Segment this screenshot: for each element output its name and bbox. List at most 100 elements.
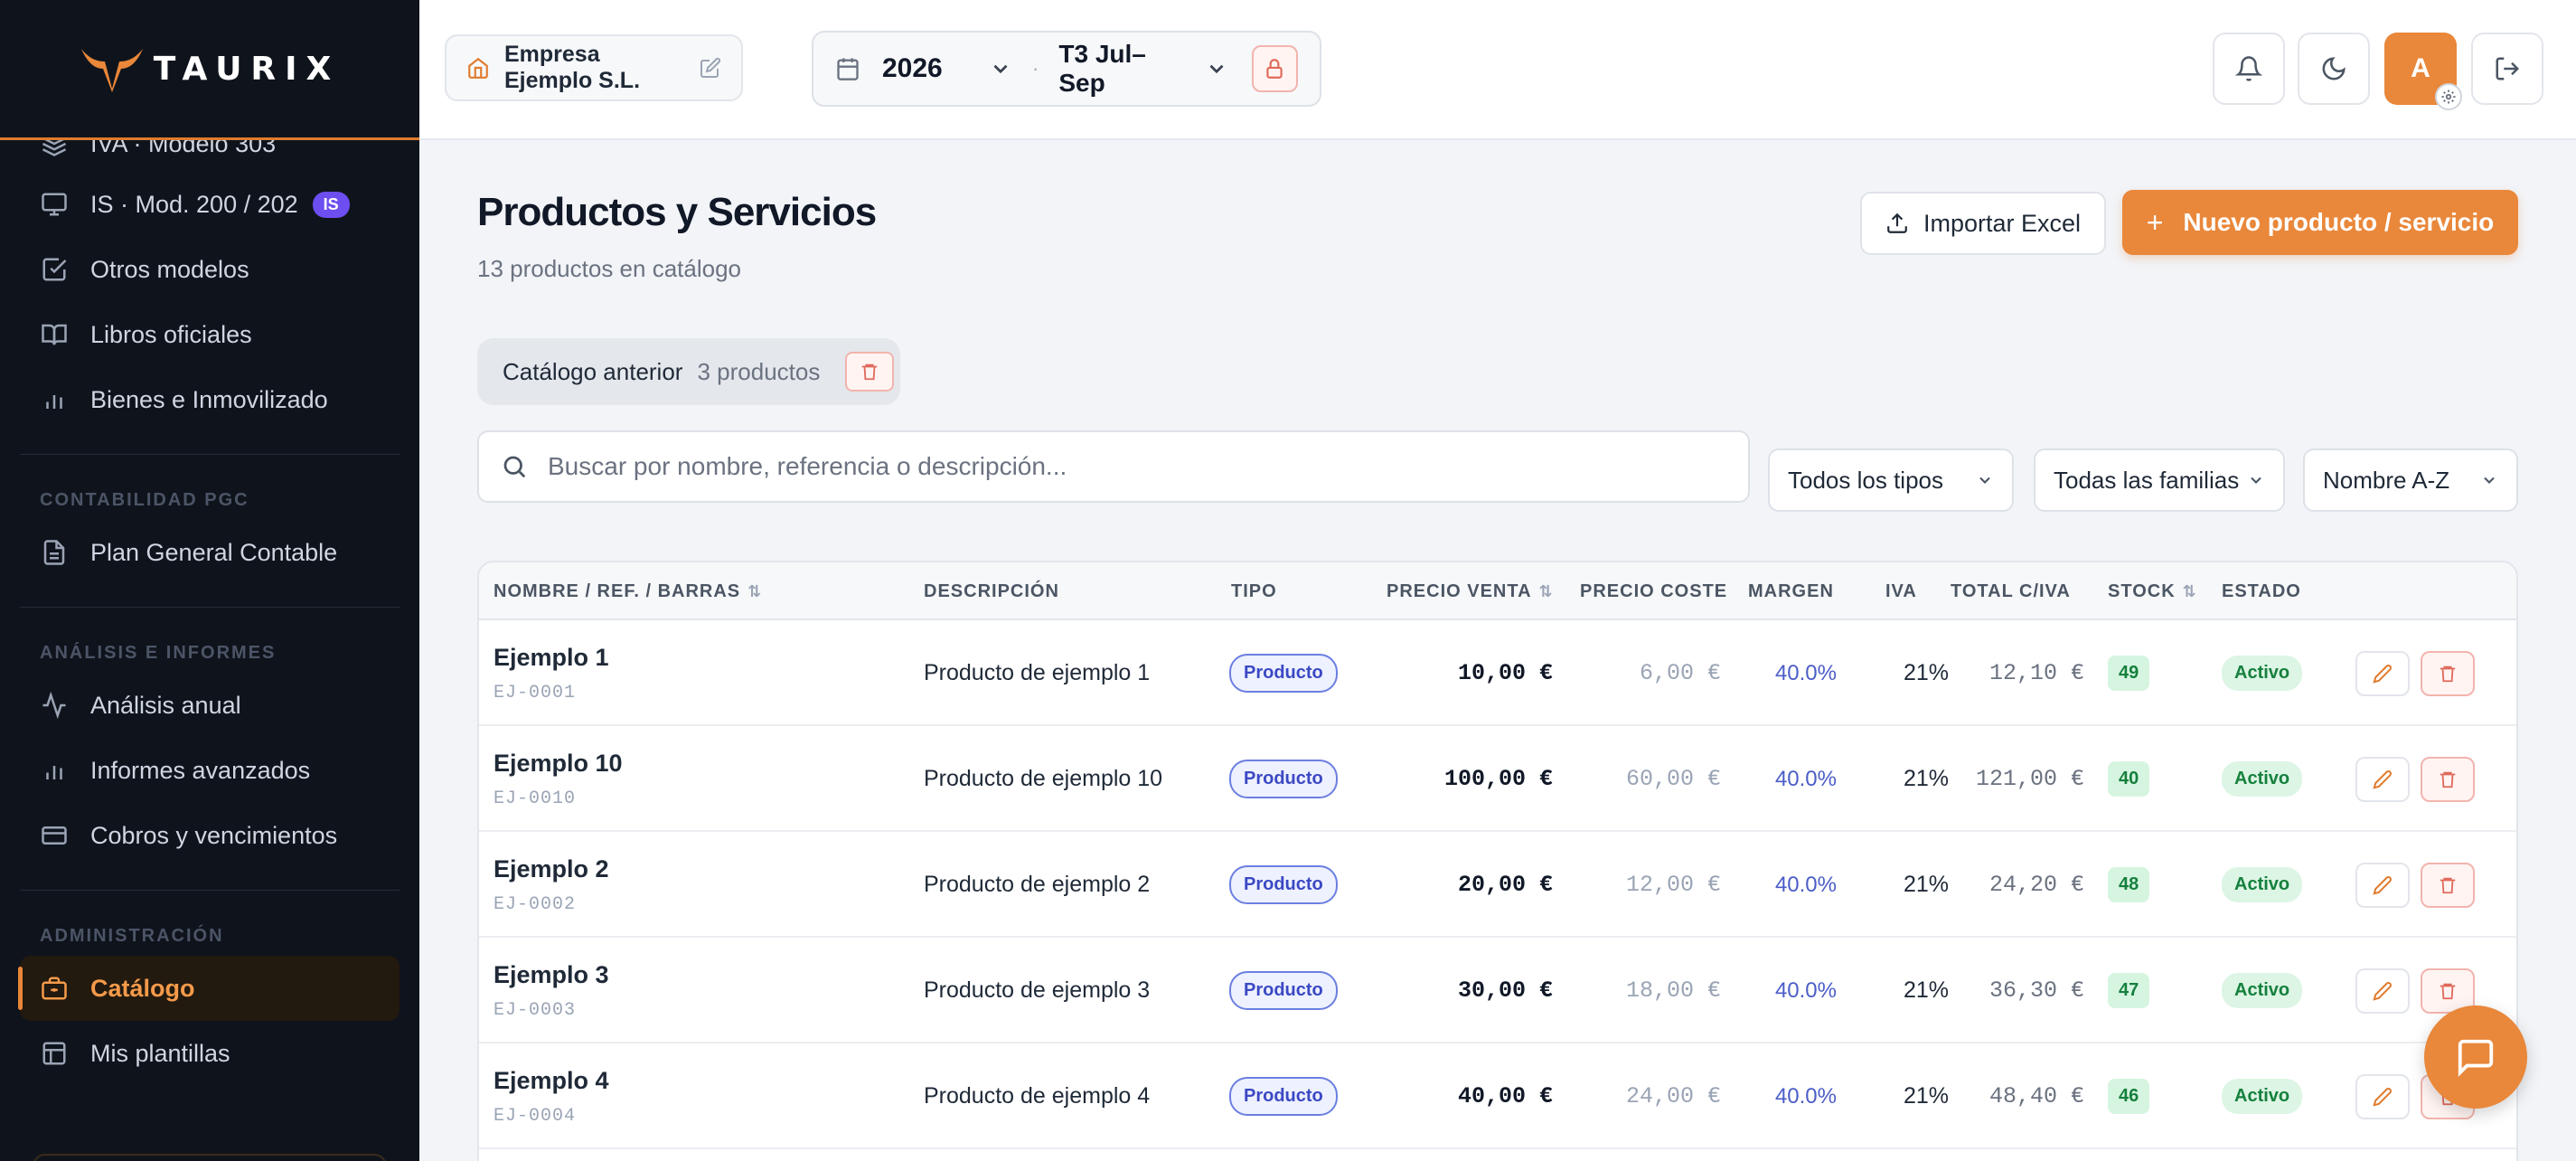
sidebar-nav: IVA · Modelo 303 IS · Mod. 200 / 202 IS … [0, 116, 419, 1086]
year-select[interactable]: 2026 [882, 53, 989, 84]
pencil-icon [2373, 769, 2393, 789]
actions-cell [2355, 832, 2475, 938]
layout-icon [40, 1039, 69, 1068]
bar-chart-icon [40, 385, 69, 414]
sidebar-item-cobros[interactable]: Cobros y vencimientos [0, 803, 419, 868]
actions-cell [2355, 620, 2475, 726]
sort-icon: ⇅ [2182, 581, 2197, 600]
total-with-iva: 36,30 € [1988, 977, 2084, 1004]
type-badge: Producto [1229, 1077, 1338, 1116]
sidebar-item-analisis-anual[interactable]: Análisis anual [0, 673, 419, 738]
product-type-cell: Producto [1229, 1043, 1338, 1149]
col-margin-label: MARGEN [1748, 580, 1834, 601]
chat-button[interactable] [2424, 1005, 2527, 1109]
avatar[interactable]: A [2384, 33, 2462, 110]
import-excel-button[interactable]: Importar Excel [1860, 192, 2106, 255]
new-product-button[interactable]: + Nuevo producto / servicio [2122, 190, 2518, 255]
product-type-cell: Producto [1229, 620, 1338, 726]
sidebar-item-plan-contable[interactable]: Plan General Contable [0, 520, 419, 585]
family-filter-select[interactable]: Todas las familias [2034, 448, 2285, 512]
sidebar-item-libros-oficiales[interactable]: Libros oficiales [0, 302, 419, 367]
product-name: Ejemplo 4 [494, 1066, 609, 1094]
sidebar-item-plantillas[interactable]: Mis plantillas [0, 1021, 419, 1086]
status-cell: Activo [2222, 832, 2303, 938]
products-table: NOMBRE / REF. / BARRAS ⇅ DESCRIPCIÓN TIPO… [477, 561, 2518, 1161]
sidebar-item-bienes[interactable]: Bienes e Inmovilizado [0, 367, 419, 432]
table-row[interactable]: Ejemplo 3 EJ-0003 Producto de ejemplo 3 Pro… [479, 938, 2516, 1043]
company-selector[interactable]: Empresa Ejemplo S.L. [445, 34, 743, 101]
company-name: Empresa Ejemplo S.L. [504, 42, 641, 93]
sale-price: 40,00 € [1457, 1083, 1553, 1109]
product-ref: EJ-0002 [494, 893, 577, 915]
table-row[interactable]: Ejemplo 4 EJ-0004 Producto de ejemplo 4 Pro… [479, 1043, 2516, 1149]
sort-select[interactable]: Nombre A-Z [2303, 448, 2518, 512]
quarter-select[interactable]: T3 Jul–Sep [1058, 40, 1189, 98]
chat-icon [2458, 1039, 2494, 1077]
trash-icon [2438, 981, 2458, 1001]
table-body: Ejemplo 1 EJ-0001 Producto de ejemplo 1 Pro… [479, 620, 2516, 1149]
table-row[interactable]: Ejemplo 1 EJ-0001 Producto de ejemplo 1 Pro… [479, 620, 2516, 726]
cost-price: 6,00 € [1639, 660, 1721, 686]
sidebar-item-otros-modelos[interactable]: Otros modelos [0, 237, 419, 302]
cost-price: 18,00 € [1625, 977, 1721, 1004]
edit-button[interactable] [2355, 756, 2410, 802]
sort-icon: ⇅ [747, 581, 763, 600]
trash-icon [2438, 769, 2458, 789]
search-input[interactable] [548, 452, 1723, 481]
brand-logo[interactable]: TAURIX [0, 0, 419, 140]
chevron-down-icon[interactable] [1205, 57, 1228, 80]
pencil-icon [2373, 981, 2393, 1001]
edit-icon[interactable] [700, 57, 721, 79]
table-row[interactable]: Ejemplo 10 EJ-0010 Producto de ejemplo 10 P… [479, 726, 2516, 832]
product-name: Ejemplo 3 [494, 960, 609, 988]
calendar-icon [835, 56, 860, 81]
type-badge: Producto [1229, 654, 1338, 693]
col-stock[interactable]: STOCK ⇅ [2108, 562, 2197, 620]
delete-previous-catalog-button[interactable] [845, 352, 895, 392]
delete-button[interactable] [2421, 862, 2475, 908]
edit-button[interactable] [2355, 650, 2410, 696]
type-filter-select[interactable]: Todos los tipos [1768, 448, 2014, 512]
iva-value: 21% [1903, 660, 1949, 685]
sidebar-item-informes[interactable]: Informes avanzados [0, 738, 419, 803]
book-icon [40, 320, 69, 349]
sidebar-divider [20, 607, 400, 608]
page-title: Productos y Servicios [477, 190, 877, 234]
theme-toggle-button[interactable] [2298, 33, 2370, 105]
sidebar-item-label: Otros modelos [90, 255, 249, 283]
col-margin: MARGEN [1748, 562, 1834, 620]
gear-icon[interactable] [2435, 83, 2462, 110]
sidebar-divider [20, 454, 400, 455]
chevron-down-icon[interactable] [989, 57, 1012, 80]
stock-badge: 47 [2108, 973, 2150, 1008]
lock-period-button[interactable] [1251, 45, 1298, 92]
table-row[interactable]: Ejemplo 2 EJ-0002 Producto de ejemplo 2 Pro… [479, 832, 2516, 938]
col-name[interactable]: NOMBRE / REF. / BARRAS ⇅ [494, 562, 762, 620]
sidebar-item-is-200[interactable]: IS · Mod. 200 / 202 IS [0, 172, 419, 237]
product-type-cell: Producto [1229, 832, 1338, 938]
edit-button[interactable] [2355, 862, 2410, 908]
edit-button[interactable] [2355, 968, 2410, 1014]
delete-button[interactable] [2421, 756, 2475, 802]
sidebar-footer-widget[interactable] [33, 1154, 387, 1161]
logout-button[interactable] [2471, 33, 2543, 105]
sidebar-item-label: Análisis anual [90, 691, 241, 719]
col-name-label: NOMBRE / REF. / BARRAS [494, 580, 741, 601]
delete-button[interactable] [2421, 650, 2475, 696]
sidebar-item-label: Informes avanzados [90, 756, 311, 784]
notifications-button[interactable] [2213, 33, 2285, 105]
sidebar-item-catalogo[interactable]: Catálogo [18, 956, 400, 1021]
home-icon [466, 56, 490, 80]
type-badge: Producto [1229, 760, 1338, 798]
previous-catalog-chip[interactable]: Catálogo anterior 3 productos [477, 338, 900, 405]
product-name-cell: Ejemplo 2 EJ-0002 [494, 832, 609, 938]
cost-price: 12,00 € [1625, 872, 1721, 898]
monitor-icon [40, 190, 69, 219]
section-contabilidad: CONTABILIDAD PGC [40, 489, 249, 510]
stock-cell: 46 [2108, 1043, 2150, 1149]
avatar-initial: A [2411, 53, 2430, 83]
col-price[interactable]: PRECIO VENTA ⇅ [1387, 562, 1554, 620]
trash-icon [2438, 664, 2458, 684]
product-name: Ejemplo 10 [494, 749, 623, 777]
edit-button[interactable] [2355, 1073, 2410, 1119]
